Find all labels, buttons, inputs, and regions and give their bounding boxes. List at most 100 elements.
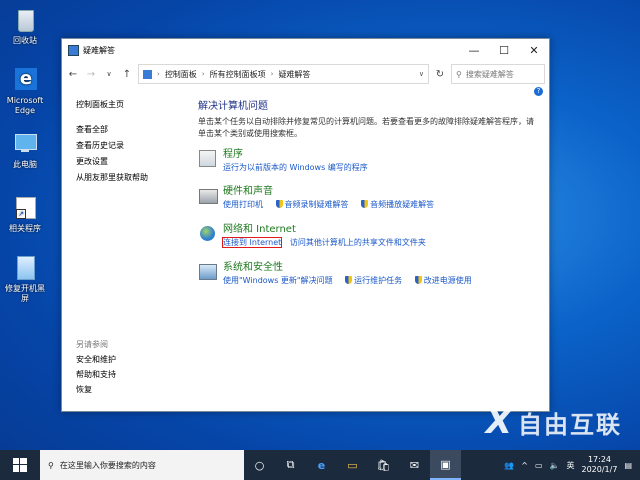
link-run-maintenance[interactable]: 运行维护任务	[354, 276, 402, 285]
left-navigation-pane: 控制面板主页 查看全部 查看历史记录 更改设置 从朋友那里获取帮助	[76, 97, 186, 186]
clock-time: 17:24	[587, 455, 611, 464]
window-title: 疑难解答	[83, 45, 115, 55]
desktop-icon-recycle-bin[interactable]: 回收站	[2, 6, 48, 46]
see-also-section: 另请参阅 安全和维护 帮助和支持 恢复	[76, 337, 116, 397]
address-dropdown-icon[interactable]: ∨	[419, 70, 424, 78]
link-help-support[interactable]: 帮助和支持	[76, 367, 116, 382]
chevron-right-icon: ›	[270, 70, 274, 78]
watermark-logo: X 自由互联	[486, 402, 622, 442]
chevron-right-icon: ›	[201, 70, 205, 78]
volume-icon[interactable]: 🔈	[550, 461, 560, 470]
programs-icon	[198, 149, 217, 168]
control-panel-taskbar-icon[interactable]: ▣	[430, 450, 461, 480]
page-description: 单击某个任务以自动排除并修复常见的计算机问题。若要查看更多的故障排除疑难解答程序…	[198, 117, 534, 138]
link-connect-to-internet[interactable]: 连接到 Internet	[221, 237, 283, 248]
breadcrumb-item[interactable]: 疑难解答	[278, 69, 310, 80]
navigation-bar: ← → ∨ ↑ › 控制面板 › 所有控制面板项 › 疑难解答 ∨ ↻ ⚲ 搜索…	[62, 61, 549, 87]
link-access-shared-files[interactable]: 访问其他计算机上的共享文件和文件夹	[290, 238, 426, 247]
desktop-icon-edge[interactable]: e Microsoft Edge	[2, 66, 48, 116]
cortana-icon[interactable]: ○	[244, 450, 275, 480]
show-hidden-icons-chevron-icon[interactable]: ^	[521, 461, 528, 470]
title-bar[interactable]: 疑难解答 — ☐ ✕	[62, 39, 549, 61]
recycle-bin-icon	[11, 6, 39, 34]
link-security-maintenance[interactable]: 安全和维护	[76, 352, 116, 367]
link-use-printer[interactable]: 使用打印机	[223, 200, 263, 209]
desktop-icon-label: Microsoft Edge	[6, 96, 44, 115]
link-windows-update[interactable]: 使用"Windows 更新"解决问题	[223, 276, 333, 285]
link-audio-recording[interactable]: 音频录制疑难解答	[285, 200, 349, 209]
refresh-icon[interactable]: ↻	[433, 66, 447, 82]
file-explorer-icon[interactable]: ▭	[337, 450, 368, 480]
watermark-mark: X	[485, 402, 514, 442]
taskbar: ⚲ 在这里输入你要搜索的内容 ○ ⧉ e ▭ 🛍 ✉ ▣ 👥 ^ ▭ 🔈 英 1…	[0, 450, 640, 480]
desktop-icon-fix-black-screen[interactable]: 修复开机黑屏	[2, 254, 48, 304]
desktop-icon-related-programs[interactable]: ↗ 相关程序	[2, 194, 48, 234]
watermark-text: 自由互联	[518, 410, 622, 439]
page-title: 解决计算机问题	[198, 101, 268, 112]
search-icon: ⚲	[456, 69, 462, 79]
clock-date: 2020/1/7	[581, 465, 618, 474]
shield-icon	[275, 200, 283, 208]
breadcrumb-item[interactable]: 控制面板	[165, 69, 197, 80]
address-bar[interactable]: › 控制面板 › 所有控制面板项 › 疑难解答 ∨	[138, 64, 429, 84]
chevron-right-icon: ›	[157, 70, 160, 78]
tool-icon	[11, 254, 39, 282]
input-method-indicator[interactable]: 英	[567, 460, 575, 471]
close-button[interactable]: ✕	[519, 39, 549, 61]
desktop-icon-this-pc[interactable]: 此电脑	[2, 130, 48, 170]
people-icon[interactable]: 👥	[504, 461, 514, 470]
link-control-panel-home[interactable]: 控制面板主页	[76, 97, 186, 113]
link-run-older-programs[interactable]: 运行为以前版本的 Windows 编写的程序	[223, 163, 368, 172]
link-get-help-from-friend[interactable]: 从朋友那里获取帮助	[76, 170, 186, 186]
shield-icon	[414, 276, 422, 284]
notification-center-icon[interactable]: ▤	[624, 461, 632, 470]
desktop-icon-label: 修复开机黑屏	[5, 284, 45, 303]
recent-locations-chevron-icon[interactable]: ∨	[102, 66, 116, 82]
search-box[interactable]: ⚲ 搜索疑难解答	[451, 64, 545, 84]
system-tray: 👥 ^ ▭ 🔈 英 17:24 2020/1/7 ▤	[504, 450, 640, 480]
link-change-settings[interactable]: 更改设置	[76, 154, 186, 170]
back-arrow-icon[interactable]: ←	[66, 66, 80, 82]
link-view-all[interactable]: 查看全部	[76, 122, 186, 138]
category-hardware-sound: 硬件和声音 使用打印机 音频录制疑难解答 音频播放疑难解答	[198, 186, 444, 211]
forward-arrow-icon[interactable]: →	[84, 66, 98, 82]
up-arrow-icon[interactable]: ↑	[120, 66, 134, 82]
computer-icon	[11, 130, 39, 158]
breadcrumb-item[interactable]: 所有控制面板项	[210, 69, 266, 80]
link-view-history[interactable]: 查看历史记录	[76, 138, 186, 154]
desktop-icon-label: 相关程序	[9, 224, 41, 233]
edge-taskbar-icon[interactable]: e	[306, 450, 337, 480]
main-content: 解决计算机问题 单击某个任务以自动排除并修复常见的计算机问题。若要查看更多的故障…	[198, 97, 538, 285]
search-placeholder: 搜索疑难解答	[465, 69, 514, 79]
category-system-security: 系统和安全性 使用"Windows 更新"解决问题 运行维护任务 改进电源使用	[198, 262, 482, 287]
desktop-icon-label: 此电脑	[13, 160, 37, 169]
control-panel-icon	[143, 69, 152, 79]
start-button[interactable]	[0, 450, 40, 480]
clock[interactable]: 17:24 2020/1/7	[582, 455, 618, 475]
edge-icon: e	[11, 66, 39, 94]
maximize-button[interactable]: ☐	[489, 39, 519, 61]
category-title-system-security[interactable]: 系统和安全性	[223, 262, 482, 274]
window-app-icon	[68, 44, 79, 56]
task-view-icon[interactable]: ⧉	[275, 450, 306, 480]
hardware-sound-icon	[198, 186, 218, 205]
category-title-hardware-sound[interactable]: 硬件和声音	[223, 186, 444, 198]
category-title-network-internet[interactable]: 网络和 Internet	[223, 224, 436, 236]
network-globe-icon	[198, 224, 217, 243]
link-improve-power[interactable]: 改进电源使用	[424, 276, 472, 285]
link-recovery[interactable]: 恢复	[76, 382, 116, 397]
network-icon[interactable]: ▭	[535, 461, 543, 470]
shield-icon	[345, 276, 353, 284]
category-network-internet: 网络和 Internet 连接到 Internet 访问其他计算机上的共享文件和…	[198, 224, 436, 249]
category-programs: 程序 运行为以前版本的 Windows 编写的程序	[198, 149, 378, 174]
minimize-button[interactable]: —	[459, 39, 489, 61]
link-audio-playback[interactable]: 音频播放疑难解答	[370, 200, 434, 209]
help-icon[interactable]: ?	[534, 87, 543, 96]
taskbar-search-box[interactable]: ⚲ 在这里输入你要搜索的内容	[40, 450, 244, 480]
mail-icon[interactable]: ✉	[399, 450, 430, 480]
desktop-icon-label: 回收站	[13, 36, 37, 45]
category-title-programs[interactable]: 程序	[223, 149, 378, 161]
see-also-heading: 另请参阅	[76, 340, 108, 349]
search-icon: ⚲	[48, 460, 54, 470]
store-icon[interactable]: 🛍	[368, 450, 399, 480]
